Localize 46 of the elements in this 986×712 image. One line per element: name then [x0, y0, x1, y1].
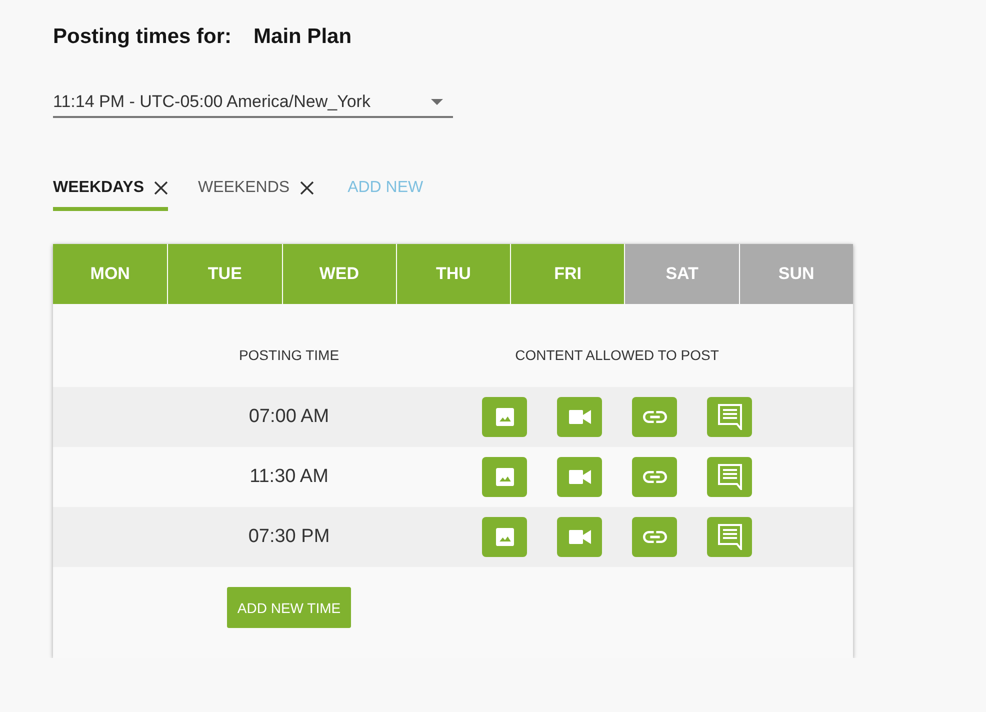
video-camera-icon [568, 470, 590, 484]
close-icon[interactable] [300, 181, 314, 195]
video-toggle-button[interactable] [557, 517, 602, 557]
add-new-time-button[interactable]: ADD NEW TIME [227, 587, 351, 628]
comment-icon [718, 404, 742, 430]
image-icon [496, 408, 514, 426]
image-toggle-button[interactable] [482, 457, 527, 497]
image-icon [496, 528, 514, 546]
day-tab[interactable]: FRI [510, 244, 624, 304]
image-toggle-button[interactable] [482, 397, 527, 437]
day-tab[interactable]: TUE [167, 244, 282, 304]
video-camera-icon [568, 410, 590, 424]
posting-time: 07:30 PM [248, 526, 330, 548]
link-icon [642, 411, 666, 423]
text-toggle-button[interactable] [707, 517, 752, 557]
image-toggle-button[interactable] [482, 517, 527, 557]
column-header: CONTENT ALLOWED TO POST [515, 346, 719, 365]
video-toggle-button[interactable] [557, 457, 602, 497]
video-camera-icon [568, 530, 590, 544]
comment-icon [718, 464, 742, 490]
schedule-tab[interactable]: WEEKENDS [198, 176, 314, 211]
posting-time: 11:30 AM [250, 466, 328, 488]
schedule-tab[interactable]: WEEKDAYS [53, 176, 168, 211]
link-toggle-button[interactable] [632, 517, 677, 557]
comment-icon [718, 524, 742, 550]
text-toggle-button[interactable] [707, 457, 752, 497]
link-icon [642, 471, 666, 483]
caret-icon [431, 99, 443, 105]
link-toggle-button[interactable] [632, 457, 677, 497]
day-tab[interactable]: SAT [624, 244, 739, 304]
image-icon [496, 468, 514, 486]
column-header: POSTING TIME [238, 346, 340, 365]
day-tab[interactable]: SUN [738, 244, 853, 304]
link-icon [642, 531, 666, 543]
add-schedule-link[interactable]: ADD NEW [348, 176, 424, 200]
day-tab[interactable]: WED [282, 244, 396, 304]
heading-label: Posting times for: [53, 24, 232, 50]
day-tab[interactable]: MON [53, 244, 168, 304]
close-icon[interactable] [154, 181, 168, 195]
timezone-select[interactable]: 11:14 PM - UTC-05:00 America/New_York [53, 88, 453, 118]
day-tab[interactable]: THU [396, 244, 510, 304]
posting-time: 07:00 AM [248, 406, 330, 428]
video-toggle-button[interactable] [557, 397, 602, 437]
plan-name: Main Plan [254, 24, 352, 50]
text-toggle-button[interactable] [707, 397, 752, 437]
link-toggle-button[interactable] [632, 397, 677, 437]
